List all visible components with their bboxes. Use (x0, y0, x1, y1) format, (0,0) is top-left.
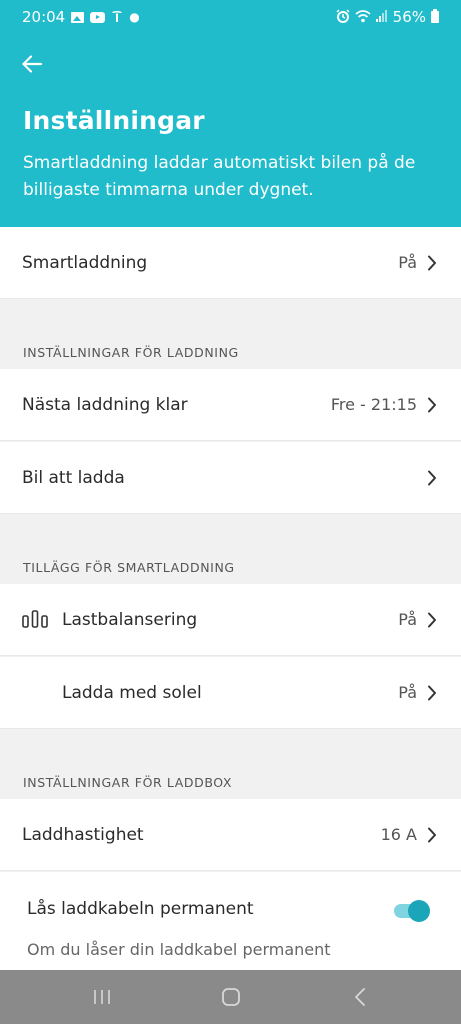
header: 20:04 ● 56% Inställningar Smartladdning … (0, 0, 461, 227)
row-label: Lastbalansering (62, 609, 198, 630)
lock-cable-description: Om du låser din laddkabel permanent (27, 940, 331, 959)
back-button[interactable] (18, 50, 46, 78)
battery-icon (431, 9, 439, 23)
system-back-button[interactable] (340, 982, 380, 1012)
home-icon (222, 988, 240, 1006)
row-right: På (398, 610, 439, 629)
battery-percent: 56% (392, 8, 426, 26)
signal-icon (375, 10, 388, 24)
row-value: På (398, 610, 417, 629)
section-header-chargebox: INSTÄLLNINGAR FÖR LADDBOX (23, 775, 233, 790)
chevron-right-icon (425, 684, 439, 702)
row-right: På (398, 683, 439, 702)
row-value: 16 A (380, 825, 417, 844)
status-right: 56% (336, 8, 439, 26)
section-header-smart-addons: TILLÄGG FÖR SMARTLADDNING (23, 560, 235, 575)
chevron-right-icon (425, 611, 439, 629)
gallery-icon (71, 11, 85, 23)
load-balancing-row[interactable]: Lastbalansering På (0, 584, 461, 656)
lock-cable-toggle[interactable] (394, 899, 432, 923)
row-value: På (398, 683, 417, 702)
tesla-icon (111, 10, 123, 25)
chevron-right-icon (425, 826, 439, 844)
next-charge-row[interactable]: Nästa laddning klar Fre - 21:15 (0, 369, 461, 441)
status-bar: 20:04 ● 56% (0, 0, 461, 34)
solar-charging-row[interactable]: Ladda med solel På (0, 657, 461, 729)
row-right: På (398, 253, 439, 272)
row-value: På (398, 253, 417, 272)
row-right: 16 A (381, 825, 439, 844)
back-icon (355, 988, 365, 1006)
row-label: Nästa laddning klar (22, 394, 188, 415)
status-time: 20:04 (22, 8, 66, 26)
arrow-left-icon (22, 55, 42, 73)
youtube-icon (90, 11, 106, 23)
system-nav-bar (0, 970, 461, 1024)
home-button[interactable] (211, 982, 251, 1012)
row-value: Fre - 21:15 (330, 395, 417, 414)
dot-icon: ● (129, 10, 140, 24)
section-header-charging: INSTÄLLNINGAR FÖR LADDNING (23, 345, 239, 360)
lock-cable-label: Lås laddkabeln permanent (27, 899, 254, 919)
chevron-right-icon (425, 469, 439, 487)
smart-charging-row[interactable]: Smartladdning På (0, 227, 461, 299)
recent-apps-icon (94, 990, 110, 1004)
bar-chart-icon (22, 610, 48, 628)
page-description: Smartladdning laddar automatiskt bilen p… (23, 153, 416, 200)
row-label: Smartladdning (22, 252, 148, 273)
alarm-icon (336, 9, 350, 25)
row-right (417, 469, 439, 487)
chevron-right-icon (425, 396, 439, 414)
wifi-icon (355, 9, 371, 25)
recent-apps-button[interactable] (82, 982, 122, 1012)
row-label: Ladda med solel (62, 682, 202, 703)
page-title: Inställningar (23, 106, 205, 135)
row-label: Bil att ladda (22, 467, 125, 488)
charge-speed-row[interactable]: Laddhastighet 16 A (0, 799, 461, 871)
status-left: 20:04 ● (22, 8, 140, 26)
row-label: Laddhastighet (22, 824, 144, 845)
toggle-knob (408, 900, 430, 922)
car-to-charge-row[interactable]: Bil att ladda (0, 442, 461, 514)
chevron-right-icon (425, 254, 439, 272)
row-right: Fre - 21:15 (331, 395, 439, 414)
